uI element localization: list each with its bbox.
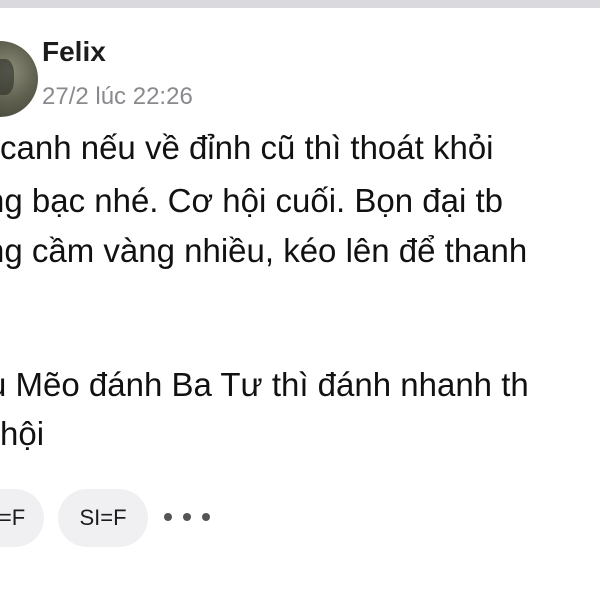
ticker-chip-label: SI=F (79, 505, 127, 530)
top-divider (0, 0, 600, 8)
author-name[interactable]: Felix (42, 36, 106, 68)
avatar[interactable] (0, 41, 38, 117)
post-text-line: canh nếu về đỉnh cũ thì thoát khỏi (0, 129, 494, 166)
app-viewport: Felix 27/2 lúc 22:26 canh nếu về đỉnh cũ… (0, 0, 600, 600)
post-timestamp[interactable]: 27/2 lúc 22:26 (42, 83, 193, 111)
post-text-line: ng bạc nhé. Cơ hội cuối. Bọn đại tb (0, 182, 503, 219)
dot (183, 513, 191, 521)
more-horizontal-icon[interactable] (164, 500, 210, 534)
ticker-chip-label: =F (0, 505, 26, 530)
post-text-line: u Mẽo đánh Ba Tư thì đánh nhanh th (0, 366, 529, 403)
dot (202, 513, 210, 521)
dot (164, 513, 172, 521)
ticker-chip-si[interactable]: SI=F (58, 489, 148, 547)
post-text-line: hội (0, 415, 45, 452)
post-text-line: ng cầm vàng nhiều, kéo lên để thanh (0, 232, 528, 269)
